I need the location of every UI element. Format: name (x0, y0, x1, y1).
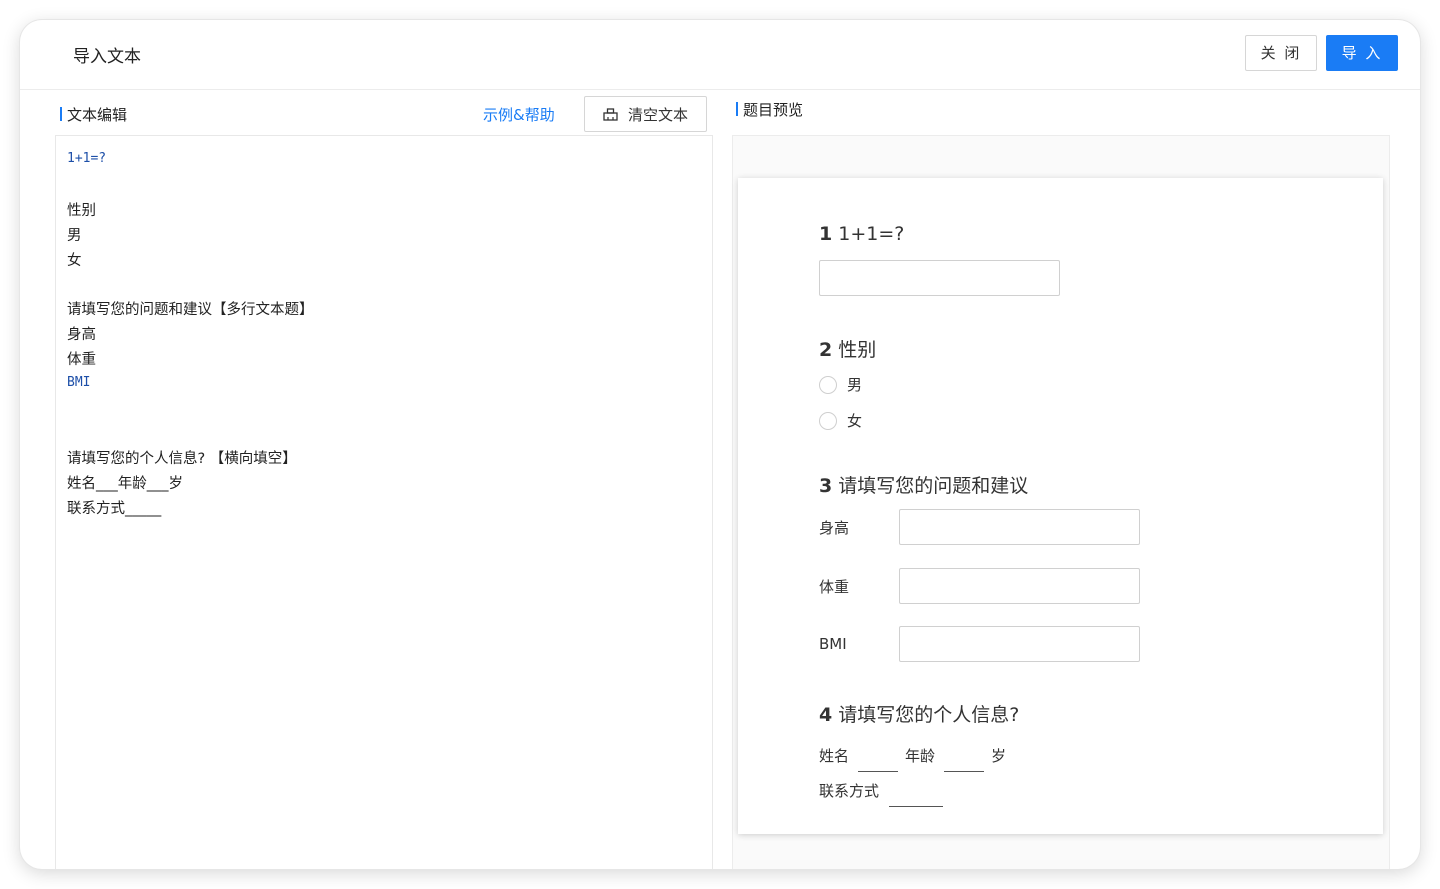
text-edit-label: 文本编辑 (60, 104, 127, 125)
bmi-input[interactable] (899, 626, 1140, 662)
editor-line: 请填写您的个人信息? 【横向填空】 (67, 451, 297, 467)
editor-line: 男 (67, 228, 82, 244)
question-3-title: 3 请填写您的问题和建议 (819, 475, 1029, 497)
editor-line: 性别 (67, 203, 96, 219)
editor-line: BMI (67, 375, 91, 390)
height-label: 身高 (819, 519, 850, 537)
eraser-icon (603, 107, 618, 121)
editor-line: 体重 (67, 352, 96, 368)
weight-label: 体重 (819, 578, 850, 596)
editor-line: 身高 (67, 327, 96, 343)
import-button[interactable]: 导 入 (1326, 35, 1398, 71)
name-blank[interactable] (858, 771, 898, 772)
clear-text-button[interactable]: 清空文本 (584, 96, 707, 132)
editor-line: 1+1=? (67, 151, 107, 166)
dialog-header: 导入文本 关 闭 导 入 (20, 20, 1420, 90)
age-label: 年龄 (905, 747, 936, 765)
import-text-dialog: 导入文本 关 闭 导 入 文本编辑 示例&帮助 清空文本 1+1=? 性别 男 … (20, 20, 1420, 869)
contact-blank[interactable] (889, 806, 943, 807)
radio-button[interactable] (819, 375, 837, 394)
bmi-label: BMI (819, 635, 847, 653)
dialog-title: 导入文本 (73, 47, 141, 67)
editor-line: 联系方式_____ (67, 501, 162, 517)
clear-text-label: 清空文本 (627, 105, 688, 124)
help-link[interactable]: 示例&帮助 (483, 104, 555, 125)
name-label: 姓名 (819, 747, 850, 765)
age-unit: 岁 (991, 747, 1007, 765)
editor-line: 姓名___年龄___岁 (67, 476, 183, 492)
preview-label: 题目预览 (736, 99, 803, 120)
radio-button[interactable] (819, 411, 837, 430)
editor-line: 请填写您的问题和建议【多行文本题】 (67, 302, 314, 318)
question-1-input[interactable] (819, 260, 1060, 296)
close-button[interactable]: 关 闭 (1245, 35, 1317, 71)
radio-option-female[interactable]: 女 (819, 410, 862, 431)
question-1-title: 1 1+1=? (819, 223, 905, 245)
question-4-title: 4 请填写您的个人信息? (819, 704, 1020, 726)
weight-input[interactable] (899, 568, 1140, 604)
radio-option-male[interactable]: 男 (819, 374, 862, 395)
text-editor[interactable]: 1+1=? 性别 男 女 请填写您的问题和建议【多行文本题】 身高 体重 BMI… (55, 135, 713, 869)
question-2-title: 2 性别 (819, 339, 877, 361)
editor-line: 女 (67, 253, 82, 269)
height-input[interactable] (899, 509, 1140, 545)
age-blank[interactable] (944, 771, 984, 772)
contact-label: 联系方式 (819, 782, 880, 800)
